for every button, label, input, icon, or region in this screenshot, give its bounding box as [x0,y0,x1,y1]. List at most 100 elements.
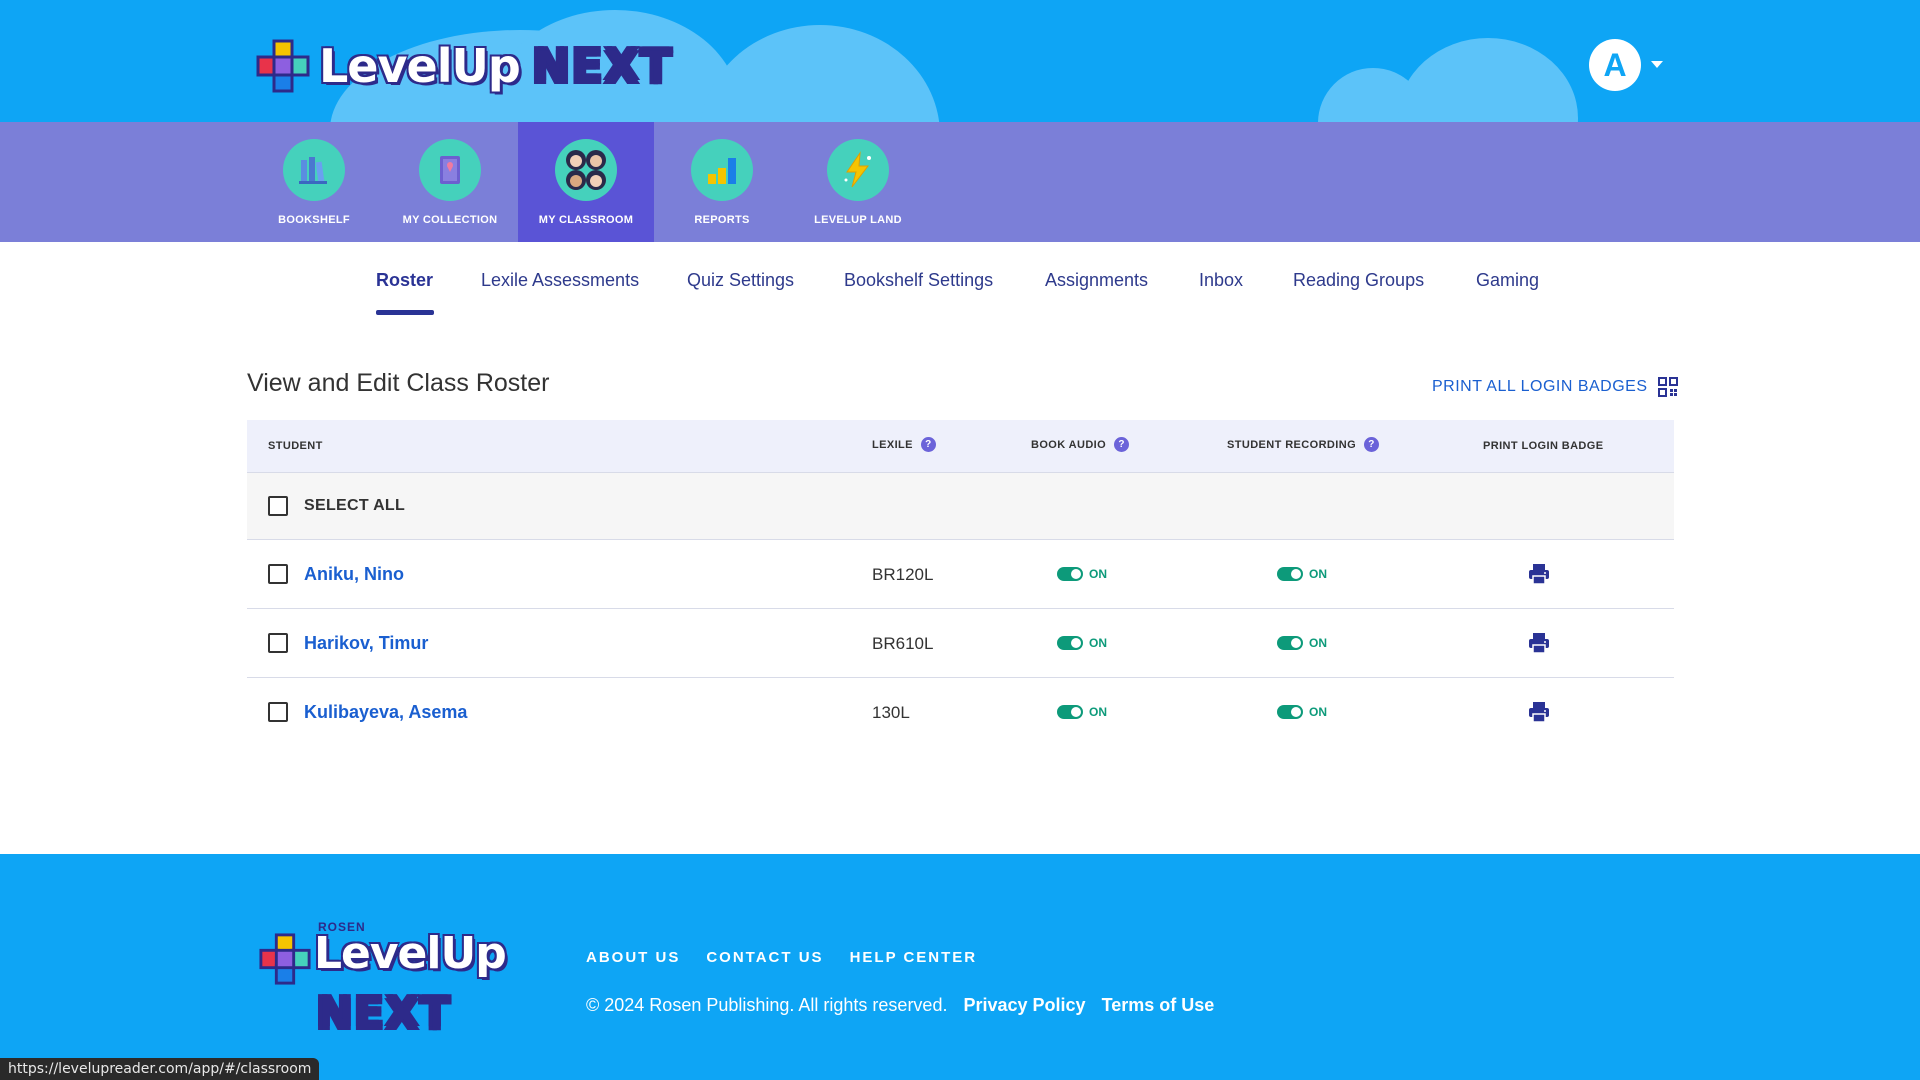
nav-item-my-collection[interactable]: MY COLLECTION [382,122,518,242]
footer-logo-next: NEXT [316,988,451,1039]
book-audio-toggle[interactable]: ON [1057,705,1107,719]
user-avatar[interactable]: A [1589,39,1641,91]
nav-item-bookshelf[interactable]: BOOKSHELF [246,122,382,242]
student-recording-toggle[interactable]: ON [1277,705,1327,719]
student-recording-toggle[interactable]: ON [1277,567,1327,581]
roster-table: STUDENT LEXILE? BOOK AUDIO? STUDENT RECO… [247,420,1674,747]
printer-icon[interactable] [1527,562,1551,591]
column-header-label: LEXILE [872,438,913,451]
column-header-student: STUDENT [268,440,323,452]
toggle-label: ON [1089,636,1107,650]
nav-item-reports[interactable]: REPORTS [654,122,790,242]
contact-us-link[interactable]: CONTACT US [706,949,823,966]
lexile-value: BR120L [872,565,934,584]
page-title: View and Edit Class Roster [247,369,550,397]
printer-icon[interactable] [1527,700,1551,729]
about-us-link[interactable]: ABOUT US [586,949,680,966]
nav-item-my-classroom[interactable]: MY CLASSROOM [518,122,654,242]
table-row: Harikov, Timur BR610L ON ON [247,609,1674,678]
column-header-print-badge: PRINT LOGIN BADGE [1483,440,1603,452]
bar-chart-icon [691,139,753,201]
print-all-label: PRINT ALL LOGIN BADGES [1432,378,1648,395]
student-name-link[interactable]: Aniku, Nino [304,564,404,585]
nav-label: MY CLASSROOM [538,214,634,226]
column-header-label: STUDENT RECORDING [1227,438,1357,451]
plus-logo-icon [258,932,312,986]
printer-icon[interactable] [1527,631,1551,660]
row-checkbox[interactable] [268,633,288,653]
chevron-down-icon[interactable] [1651,61,1663,68]
tab-roster[interactable]: Roster [376,270,433,291]
student-recording-toggle[interactable]: ON [1277,636,1327,650]
copyright-text: © 2024 Rosen Publishing. All rights rese… [586,995,948,1015]
column-header-label: BOOK AUDIO [1031,438,1107,451]
tab-bookshelf-settings[interactable]: Bookshelf Settings [844,270,993,291]
student-name-link[interactable]: Kulibayeva, Asema [304,702,467,723]
footer: ROSEN LevelUp NEXT ABOUT US CONTACT US H… [0,854,1920,1080]
nav-label: LEVELUP LAND [814,214,902,226]
book-audio-toggle[interactable]: ON [1057,567,1107,581]
column-header-student-recording: STUDENT RECORDING? [1227,437,1380,452]
main-nav: BOOKSHELF MY COLLECTION MY CLASSROOM REP… [0,122,1920,242]
footer-legal: © 2024 Rosen Publishing. All rights rese… [586,995,1214,1016]
privacy-policy-link[interactable]: Privacy Policy [963,995,1085,1016]
tab-lexile-assessments[interactable]: Lexile Assessments [481,270,639,291]
footer-links: ABOUT US CONTACT US HELP CENTER [586,949,977,966]
column-header-label: STUDENT [268,440,323,452]
toggle-switch [1277,636,1303,650]
lightning-icon [827,139,889,201]
tab-assignments[interactable]: Assignments [1045,270,1148,291]
column-header-label: PRINT LOGIN BADGE [1483,440,1604,452]
table-row: Aniku, Nino BR120L ON ON [247,540,1674,609]
select-all-checkbox[interactable] [268,496,288,516]
lexile-value: BR610L [872,634,934,653]
status-bar-url: https://levelupreader.com/app/#/classroo… [0,1058,320,1080]
classroom-tabs: Roster Lexile Assessments Quiz Settings … [0,242,1920,322]
book-audio-toggle[interactable]: ON [1057,636,1107,650]
print-all-badges-button[interactable]: PRINT ALL LOGIN BADGES [1432,377,1678,397]
toggle-label: ON [1309,567,1327,581]
toggle-label: ON [1089,567,1107,581]
toggle-switch [1057,567,1083,581]
plus-logo-icon [255,38,311,94]
help-center-link[interactable]: HELP CENTER [850,949,978,966]
qr-code-icon [1657,377,1678,397]
column-header-lexile: LEXILE? [872,437,936,452]
help-icon[interactable]: ? [1114,437,1130,452]
footer-logo[interactable]: ROSEN LevelUp NEXT [258,920,518,1050]
student-name-link[interactable]: Harikov, Timur [304,633,428,654]
column-header-book-audio: BOOK AUDIO? [1031,437,1130,452]
tab-gaming[interactable]: Gaming [1476,270,1539,291]
active-tab-indicator [376,310,434,315]
row-checkbox[interactable] [268,702,288,722]
nav-label: MY COLLECTION [402,214,498,226]
toggle-label: ON [1309,705,1327,719]
toggle-label: ON [1089,705,1107,719]
select-all-row: SELECT ALL [247,473,1674,540]
nav-label: BOOKSHELF [278,214,350,226]
cloud-decoration [1398,38,1578,122]
logo-next-letters: NEXT [531,39,673,93]
top-header: LevelUp NEXT A [0,0,1920,122]
terms-of-use-link[interactable]: Terms of Use [1102,995,1215,1016]
help-icon[interactable]: ? [1364,437,1380,452]
logo-text: LevelUp [319,39,521,93]
books-icon [283,139,345,201]
footer-logo-text: LevelUp [314,928,507,979]
levelup-next-logo[interactable]: LevelUp NEXT [255,34,673,98]
tab-reading-groups[interactable]: Reading Groups [1293,270,1424,291]
students-icon [555,139,617,201]
nav-item-levelup-land[interactable]: LEVELUP LAND [790,122,926,242]
cloud-decoration [700,25,940,122]
select-all-label: SELECT ALL [304,497,406,514]
row-checkbox[interactable] [268,564,288,584]
table-row: Kulibayeva, Asema 130L ON ON [247,678,1674,747]
logo-next: NEXT [532,39,673,93]
toggle-switch [1277,567,1303,581]
toggle-switch [1057,705,1083,719]
help-icon[interactable]: ? [920,437,936,452]
toggle-switch [1277,705,1303,719]
tab-quiz-settings[interactable]: Quiz Settings [687,270,794,291]
tab-inbox[interactable]: Inbox [1199,270,1243,291]
lexile-value: 130L [872,703,910,722]
